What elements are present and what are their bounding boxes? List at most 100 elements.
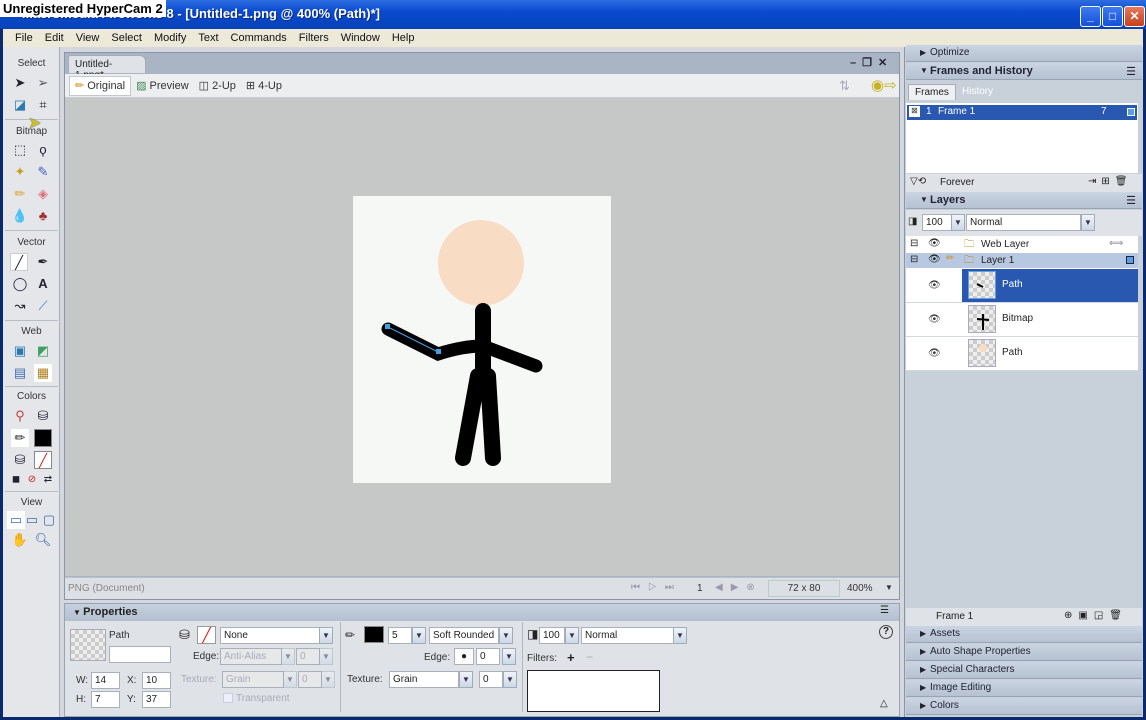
layer-opacity-dropdown[interactable]: ▼ [951, 214, 965, 231]
marquee-tool-icon[interactable]: ⬚ [11, 141, 29, 159]
height-field[interactable]: 7 [91, 691, 120, 708]
line-tool-icon[interactable]: ╱ [10, 253, 28, 271]
layer-row-layer-1[interactable]: ⊟ 👁︎ ✏ 🗀 Layer 1 [906, 253, 1138, 268]
blur-tool-icon[interactable]: 💧 [11, 207, 29, 225]
blend-mode-select[interactable]: Normal [581, 627, 674, 644]
fill-texture-dropdown[interactable]: ▼ [283, 671, 297, 688]
properties-options-menu-icon[interactable]: ☰ [880, 605, 889, 616]
collapse-properties-icon[interactable]: △ [880, 698, 888, 709]
auto-shape-properties-panel-header[interactable]: ▶ Auto Shape Properties [906, 644, 1142, 661]
fill-color-swatch[interactable]: ╱ [34, 451, 52, 469]
assets-panel-header[interactable]: ▶ Assets [906, 626, 1142, 643]
special-characters-panel-header[interactable]: ▶ Special Characters [906, 662, 1142, 679]
layers-panel-header[interactable]: ▼ Layers ☰ [906, 192, 1142, 209]
fill-texture-value-dropdown[interactable]: ▼ [321, 671, 335, 688]
stroke-size-dropdown[interactable]: ▼ [412, 627, 426, 644]
paint-bucket-tool-icon[interactable]: ⛁ [34, 407, 52, 425]
image-editing-panel-header[interactable]: ▶ Image Editing [906, 680, 1142, 697]
fullscreen-menu-mode-icon[interactable]: ▭ [23, 511, 41, 529]
layer-action-buttons[interactable]: ⊕▣◲🗑︎ [1064, 610, 1128, 621]
fill-edge-select[interactable]: Anti-Alias [220, 648, 282, 665]
menu-text[interactable]: Text [192, 32, 224, 44]
stroke-texture-dropdown[interactable]: ▼ [459, 671, 473, 688]
object-row-bitmap[interactable]: 👁︎ Bitmap [906, 303, 1138, 337]
freeform-tool-icon[interactable]: ↝ [11, 297, 29, 315]
zoom-level[interactable]: 400% [847, 583, 873, 594]
brush-tool-icon[interactable]: ✎ [34, 163, 52, 181]
lasso-tool-icon[interactable]: ϙ [34, 141, 52, 159]
remove-filter-button[interactable]: − [586, 650, 593, 664]
fill-edge-value-dropdown[interactable]: ▼ [319, 648, 333, 665]
rubber-stamp-tool-icon[interactable]: ♣ [34, 207, 52, 225]
knife-tool-icon[interactable]: ⟋ [34, 297, 52, 315]
document-tab[interactable]: Untitled-1.png* [68, 55, 146, 81]
y-field[interactable]: 37 [142, 691, 171, 708]
swap-colors-icon[interactable]: ⇄ [39, 471, 57, 489]
hotspot-tool-icon[interactable]: ▣ [11, 342, 29, 360]
blend-mode-dropdown[interactable]: ▼ [673, 627, 687, 644]
menu-view[interactable]: View [70, 32, 106, 44]
preview-in-browser-icon[interactable]: ◉⇨ [871, 76, 897, 94]
stroke-size-field[interactable]: 5 [388, 627, 412, 644]
pen-tool-icon[interactable]: ✒ [34, 253, 52, 271]
object-row-path[interactable]: 👁︎ Path [906, 337, 1138, 371]
view-original-button[interactable]: ✏ Original [69, 75, 132, 96]
stroke-color-button[interactable] [364, 626, 384, 643]
colors-panel-header[interactable]: ▶ Colors [906, 698, 1142, 715]
fill-texture-select[interactable]: Grain [222, 671, 284, 688]
menu-modify[interactable]: Modify [148, 32, 192, 44]
stroke-texture-value-dropdown[interactable]: ▼ [503, 671, 517, 688]
frames-history-panel-header[interactable]: ▼ Frames and History ☰ [906, 63, 1142, 80]
view-2up-button[interactable]: ◫ 2-Up [194, 76, 241, 96]
close-button[interactable]: ✕ [1124, 6, 1145, 27]
crop-tool-icon[interactable]: ⌗ [34, 96, 52, 114]
document-window-controls[interactable]: –❐✕ [850, 56, 893, 69]
width-field[interactable]: 14 [91, 672, 120, 689]
stroke-type-dropdown[interactable]: ▼ [499, 627, 513, 644]
stroke-type-select[interactable]: Soft Rounded [429, 627, 499, 644]
frame-step-controls[interactable]: ◀▶⊗ [715, 582, 763, 593]
layer-row-web-layer[interactable]: ⊟ 👁︎ 🗀 Web Layer ⟺ [906, 237, 1138, 252]
magic-wand-tool-icon[interactable]: ✦ [11, 163, 29, 181]
text-tool-icon[interactable]: A [34, 275, 52, 293]
subselection-tool-icon[interactable]: ➢ [34, 74, 52, 92]
eyedropper-tool-icon[interactable]: ⚲ [11, 407, 29, 425]
menu-file[interactable]: File [9, 32, 39, 44]
properties-header[interactable]: ▼ Properties [65, 604, 899, 621]
quick-export-icon[interactable]: ⇅ [839, 78, 850, 94]
object-row-path-selected[interactable]: 👁︎ Path [906, 269, 1138, 303]
fill-edge-dropdown[interactable]: ▼ [281, 648, 295, 665]
opacity-field[interactable]: 100 [539, 627, 565, 644]
help-button[interactable]: ? [879, 625, 893, 639]
menu-edit[interactable]: Edit [39, 32, 70, 44]
artboard[interactable] [353, 196, 611, 483]
stroke-texture-select[interactable]: Grain [389, 671, 459, 688]
frame-action-buttons[interactable]: ⇥⊞🗑︎ [1088, 176, 1132, 187]
ellipse-tool-icon[interactable]: ◯ [11, 275, 29, 293]
zoom-tool-icon[interactable]: 🔍︎ [34, 531, 52, 549]
stroke-color-swatch[interactable] [34, 429, 52, 447]
fill-edge-value[interactable]: 0 [296, 648, 320, 665]
view-preview-button[interactable]: ▨ Preview [131, 76, 194, 96]
tab-frames[interactable]: Frames [908, 84, 956, 100]
menu-filters[interactable]: Filters [293, 32, 335, 44]
fill-texture-value[interactable]: 0 [298, 671, 322, 688]
tab-history[interactable]: History [962, 86, 993, 97]
transparent-checkbox[interactable] [223, 693, 233, 703]
view-4up-button[interactable]: ⊞ 4-Up [241, 76, 287, 96]
object-name-field[interactable] [109, 646, 171, 663]
canvas-size[interactable]: 72 x 80 [768, 580, 840, 597]
x-field[interactable]: 10 [142, 672, 171, 689]
eraser-tool-icon[interactable]: ◈ [34, 185, 52, 203]
fullscreen-mode-icon[interactable]: ▢ [40, 511, 58, 529]
zoom-dropdown-icon[interactable]: ▼ [885, 583, 893, 592]
fill-type-select[interactable]: None [220, 627, 320, 644]
menu-commands[interactable]: Commands [225, 32, 293, 44]
scale-tool-icon[interactable]: ◪ [11, 96, 29, 114]
layer-opacity-field[interactable]: 100 [922, 214, 952, 231]
stroke-texture-value[interactable]: 0 [479, 671, 503, 688]
gif-animation-looping-icon[interactable]: ▽⟲ [910, 176, 926, 187]
pointer-tool-icon[interactable]: ➤ [11, 74, 29, 92]
optimize-panel-header[interactable]: ▶ Optimize [906, 45, 1142, 62]
maximize-button[interactable]: □ [1102, 6, 1123, 27]
